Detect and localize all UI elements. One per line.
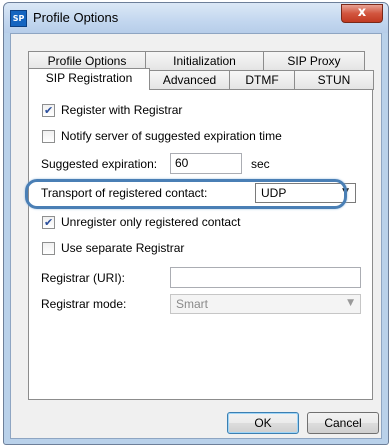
notify-server-checkbox[interactable] <box>42 129 55 143</box>
notify-server-row[interactable]: Notify server of suggested expiration ti… <box>42 128 282 144</box>
notify-server-label: Notify server of suggested expiration ti… <box>61 129 282 143</box>
tab-sip-registration[interactable]: SIP Registration <box>28 68 150 90</box>
sip-registration-panel: Register with Registrar Notify server of… <box>28 89 373 400</box>
profile-options-window: SP Profile Options x Profile Options Ini… <box>3 2 389 445</box>
tab-initialization[interactable]: Initialization <box>145 51 264 71</box>
cancel-button[interactable]: Cancel <box>307 412 379 434</box>
unregister-only-checkbox[interactable] <box>42 215 55 231</box>
transport-value: UDP <box>261 186 287 200</box>
registrar-mode-value: Smart <box>176 297 209 311</box>
ok-button[interactable]: OK <box>227 412 299 434</box>
tab-advanced[interactable]: Advanced <box>149 70 230 90</box>
register-with-registrar-label: Register with Registrar <box>61 103 183 117</box>
use-separate-registrar-row[interactable]: Use separate Registrar <box>42 240 184 256</box>
registrar-mode-label: Registrar mode: <box>41 297 127 311</box>
transport-select[interactable]: UDP ▼ <box>255 183 356 203</box>
registrar-mode-select[interactable]: Smart ▼ <box>170 294 361 314</box>
close-icon: x <box>357 5 367 20</box>
tab-stun[interactable]: STUN <box>294 70 374 90</box>
registrar-uri-input[interactable] <box>170 267 361 288</box>
suggested-expiration-input[interactable]: 60 <box>170 153 242 174</box>
use-separate-registrar-label: Use separate Registrar <box>61 241 185 255</box>
title-bar[interactable]: SP Profile Options x <box>4 3 388 33</box>
unregister-only-label: Unregister only registered contact <box>61 215 241 229</box>
dialog-client-area: Profile Options Initialization SIP Proxy… <box>10 33 382 439</box>
close-button[interactable]: x <box>341 4 383 23</box>
tab-dtmf[interactable]: DTMF <box>229 70 295 90</box>
unregister-only-row[interactable]: Unregister only registered contact <box>42 214 241 231</box>
window-title: Profile Options <box>33 10 119 25</box>
register-with-registrar-checkbox[interactable] <box>42 103 55 119</box>
use-separate-registrar-checkbox[interactable] <box>42 241 55 255</box>
transport-label: Transport of registered contact: <box>41 186 208 200</box>
chevron-down-icon: ▼ <box>347 298 354 308</box>
suggested-expiration-label: Suggested expiration: <box>41 157 158 171</box>
app-icon: SP <box>10 10 27 27</box>
tab-sip-proxy[interactable]: SIP Proxy <box>263 51 365 71</box>
register-with-registrar-row[interactable]: Register with Registrar <box>42 102 183 119</box>
registrar-uri-label: Registrar (URI): <box>41 271 126 285</box>
chevron-down-icon: ▼ <box>342 187 349 197</box>
expiration-unit-label: sec <box>251 157 270 171</box>
